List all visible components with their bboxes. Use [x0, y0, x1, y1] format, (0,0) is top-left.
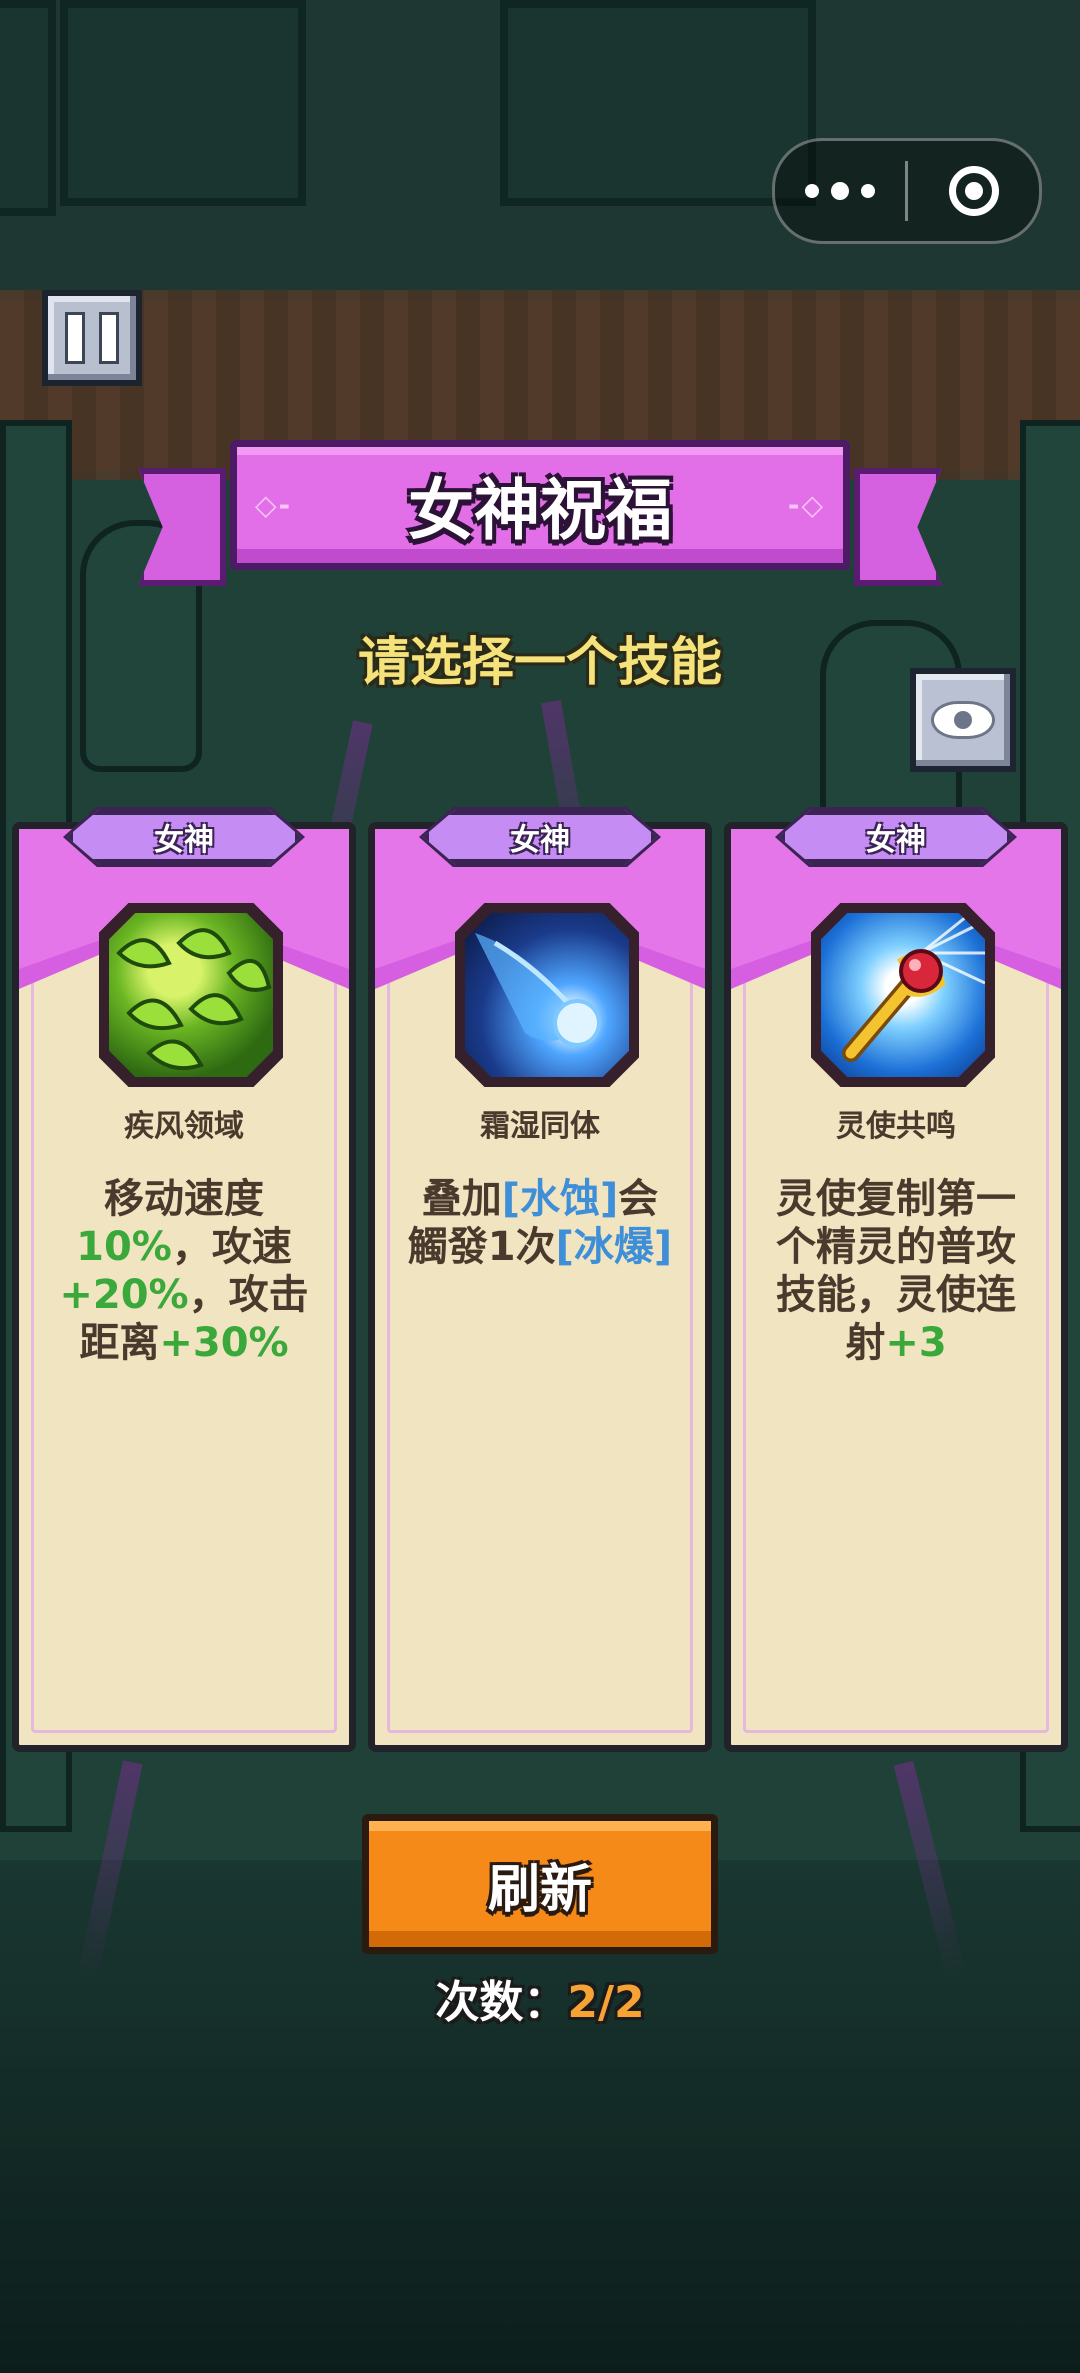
- frost-comet-icon: [465, 913, 629, 1077]
- skill-name: 疾风领域: [124, 1109, 244, 1144]
- refresh-count: 次数：2/2: [0, 1966, 1080, 2030]
- skill-name: 灵使共鸣: [836, 1109, 956, 1144]
- golden-staff-icon: [821, 913, 985, 1077]
- skill-description: 叠加[水蚀]会觸發1次[冰爆]: [407, 1176, 673, 1270]
- card-tag: 女神: [67, 809, 301, 865]
- refresh-button[interactable]: 刷新: [362, 1814, 718, 1954]
- view-toggle-button[interactable]: [910, 668, 1016, 772]
- skill-name: 霜湿同体: [480, 1109, 600, 1144]
- more-dots-icon[interactable]: [775, 141, 905, 241]
- mini-program-capsule: [772, 138, 1042, 244]
- skill-description: 灵使复制第一个精灵的普攻技能，灵使连射+3: [776, 1176, 1016, 1366]
- skill-icon-frame: [455, 903, 639, 1087]
- skill-card-1[interactable]: 女神 疾风领域 移动速度 10%，攻速 +20%，攻击距离+30%: [12, 807, 356, 1752]
- skill-icon-frame: [99, 903, 283, 1087]
- card-tag: 女神: [779, 809, 1013, 865]
- wind-leaves-icon: [109, 913, 273, 1077]
- card-tag: 女神: [423, 809, 657, 865]
- skill-icon-frame: [811, 903, 995, 1087]
- refresh-count-label: 次数：: [435, 1977, 568, 2028]
- pause-icon: [65, 312, 85, 364]
- pause-button[interactable]: [42, 290, 142, 386]
- page-title: 女神祝福: [408, 472, 672, 549]
- target-circle-icon: [948, 166, 999, 216]
- close-program-button[interactable]: [908, 141, 1039, 241]
- eye-icon: [931, 701, 995, 739]
- skill-description: 移动速度 10%，攻速 +20%，攻击距离+30%: [59, 1176, 309, 1366]
- title-banner: ◇- 女神祝福 -◇: [230, 440, 850, 570]
- refresh-label: 刷新: [487, 1859, 592, 1920]
- skill-card-2[interactable]: 女神 霜湿同体 叠加[水蚀]会觸發1次[冰爆]: [368, 807, 712, 1752]
- refresh-count-value: 2/2: [567, 1977, 645, 2028]
- skill-card-3[interactable]: 女神 灵使共鸣 灵使复制第一个精灵的普攻技能，灵使连射+3: [724, 807, 1068, 1752]
